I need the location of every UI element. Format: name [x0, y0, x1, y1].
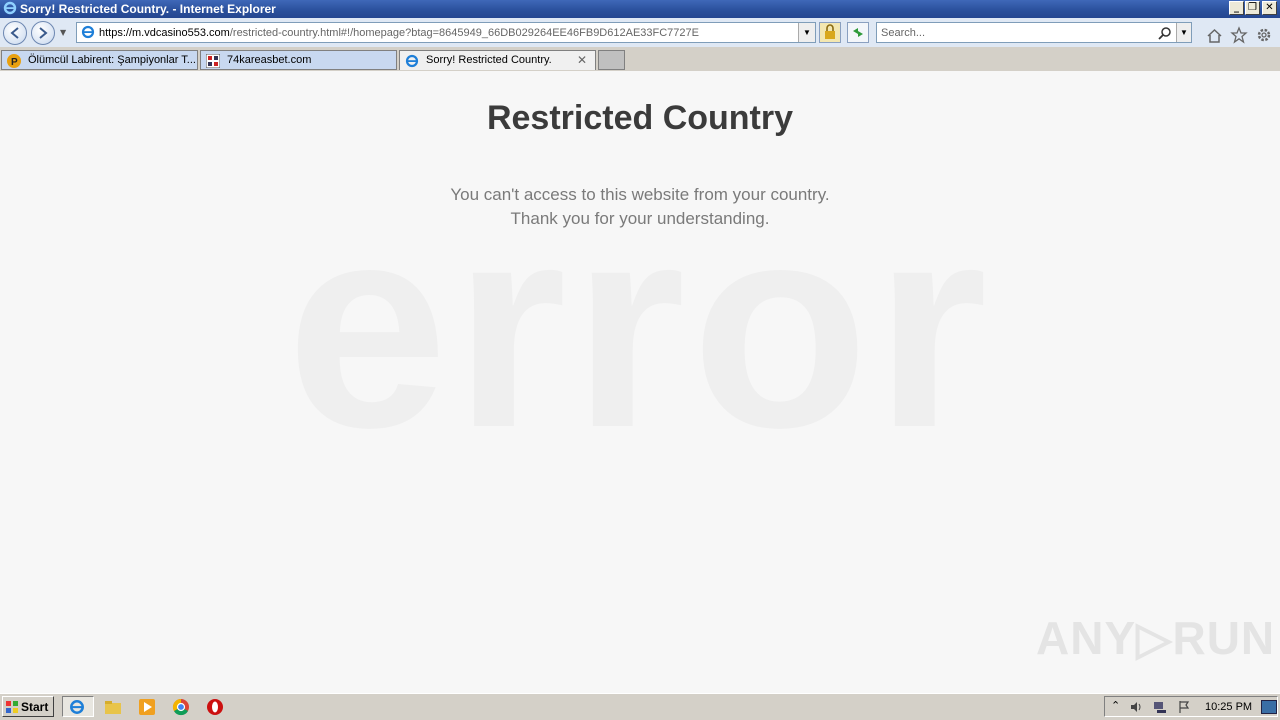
page-content: error Restricted Country You can't acces… — [0, 71, 1280, 693]
new-tab-button[interactable] — [598, 50, 625, 70]
anyrun-watermark: ANY▷RUN — [1036, 612, 1276, 664]
tab-label: Ölümcül Labirent: Şampiyonlar T... — [28, 54, 196, 66]
taskbar-ie-button[interactable] — [62, 696, 94, 717]
chrome-icon[interactable] — [172, 698, 190, 716]
refresh-icon — [853, 28, 863, 37]
folder-icon[interactable] — [104, 698, 122, 716]
refresh-button[interactable] — [847, 22, 869, 43]
back-arrow-icon — [10, 27, 19, 39]
security-lock-button[interactable] — [819, 22, 841, 43]
internet-explorer-icon — [3, 1, 17, 15]
url-path: /restricted-country.html#!/homepage?btag… — [229, 27, 699, 39]
search-placeholder: Search... — [881, 27, 926, 39]
url-text: https://m.vdcasino553.com/restricted-cou… — [99, 27, 699, 39]
close-window-button[interactable]: ✕ — [1262, 1, 1277, 15]
window-title: Sorry! Restricted Country. - Internet Ex… — [20, 2, 276, 16]
opera-icon[interactable] — [206, 698, 224, 716]
tray-expand-icon[interactable]: ⌃ — [1111, 699, 1120, 712]
show-desktop-icon[interactable] — [1261, 700, 1277, 714]
search-dropdown-icon[interactable]: ▼ — [1176, 23, 1191, 42]
url-host: https://m.vdcasino553.com — [99, 27, 230, 39]
address-dropdown-icon[interactable]: ▼ — [798, 23, 815, 42]
forward-arrow-icon — [39, 27, 48, 39]
favorites-star-icon[interactable] — [1230, 26, 1248, 44]
restore-button[interactable]: ❐ — [1245, 1, 1260, 15]
message-line-2: Thank you for your understanding. — [510, 209, 770, 228]
page-heading: Restricted Country — [486, 99, 794, 137]
tab-close-icon[interactable]: ✕ — [577, 53, 587, 67]
search-icon[interactable] — [1158, 26, 1172, 40]
media-player-icon[interactable] — [138, 698, 156, 716]
tab-sorry-restricted-country[interactable]: Sorry! Restricted Country. ✕ — [399, 50, 596, 70]
message-line-1: You can't access to this website from yo… — [450, 185, 830, 204]
network-icon[interactable] — [1153, 700, 1167, 714]
back-button[interactable] — [3, 21, 27, 45]
checkered-favicon-icon — [206, 54, 220, 68]
page-ie-icon — [81, 25, 95, 39]
address-bar[interactable]: https://m.vdcasino553.com/restricted-cou… — [76, 22, 816, 43]
lock-icon — [825, 24, 835, 39]
clock: 10:25 PM — [1205, 701, 1253, 713]
system-tray: ⌃ 10:25 PM — [1104, 696, 1278, 717]
action-center-flag-icon[interactable] — [1177, 700, 1191, 714]
volume-icon[interactable] — [1129, 700, 1143, 714]
minimize-button[interactable]: _ — [1229, 1, 1244, 15]
start-label: Start — [21, 700, 49, 714]
search-box[interactable]: Search... ▼ — [876, 22, 1192, 43]
tab-74kareasbet[interactable]: 74kareasbet.com — [200, 50, 397, 70]
taskbar-ie-icon — [70, 700, 84, 714]
tab-ie-icon — [405, 54, 419, 68]
history-dropdown-icon[interactable]: ▼ — [60, 28, 66, 37]
forward-button[interactable] — [31, 21, 55, 45]
svg-text:P: P — [11, 57, 18, 68]
tab-label: 74kareasbet.com — [227, 54, 312, 66]
taskbar — [0, 693, 1280, 720]
tab-label: Sorry! Restricted Country. — [426, 54, 552, 66]
window-titlebar: Sorry! Restricted Country. - Internet Ex… — [0, 0, 1280, 18]
home-icon[interactable] — [1206, 27, 1223, 44]
tab-olumcul-labirent[interactable]: P Ölümcül Labirent: Şampiyonlar T... — [1, 50, 198, 70]
windows-logo-icon — [6, 701, 18, 713]
restriction-message: You can't access to this website from yo… — [0, 183, 1280, 231]
p-logo-icon: P — [7, 54, 21, 68]
start-button[interactable]: Start — [2, 696, 54, 717]
settings-gear-icon[interactable] — [1255, 26, 1273, 44]
